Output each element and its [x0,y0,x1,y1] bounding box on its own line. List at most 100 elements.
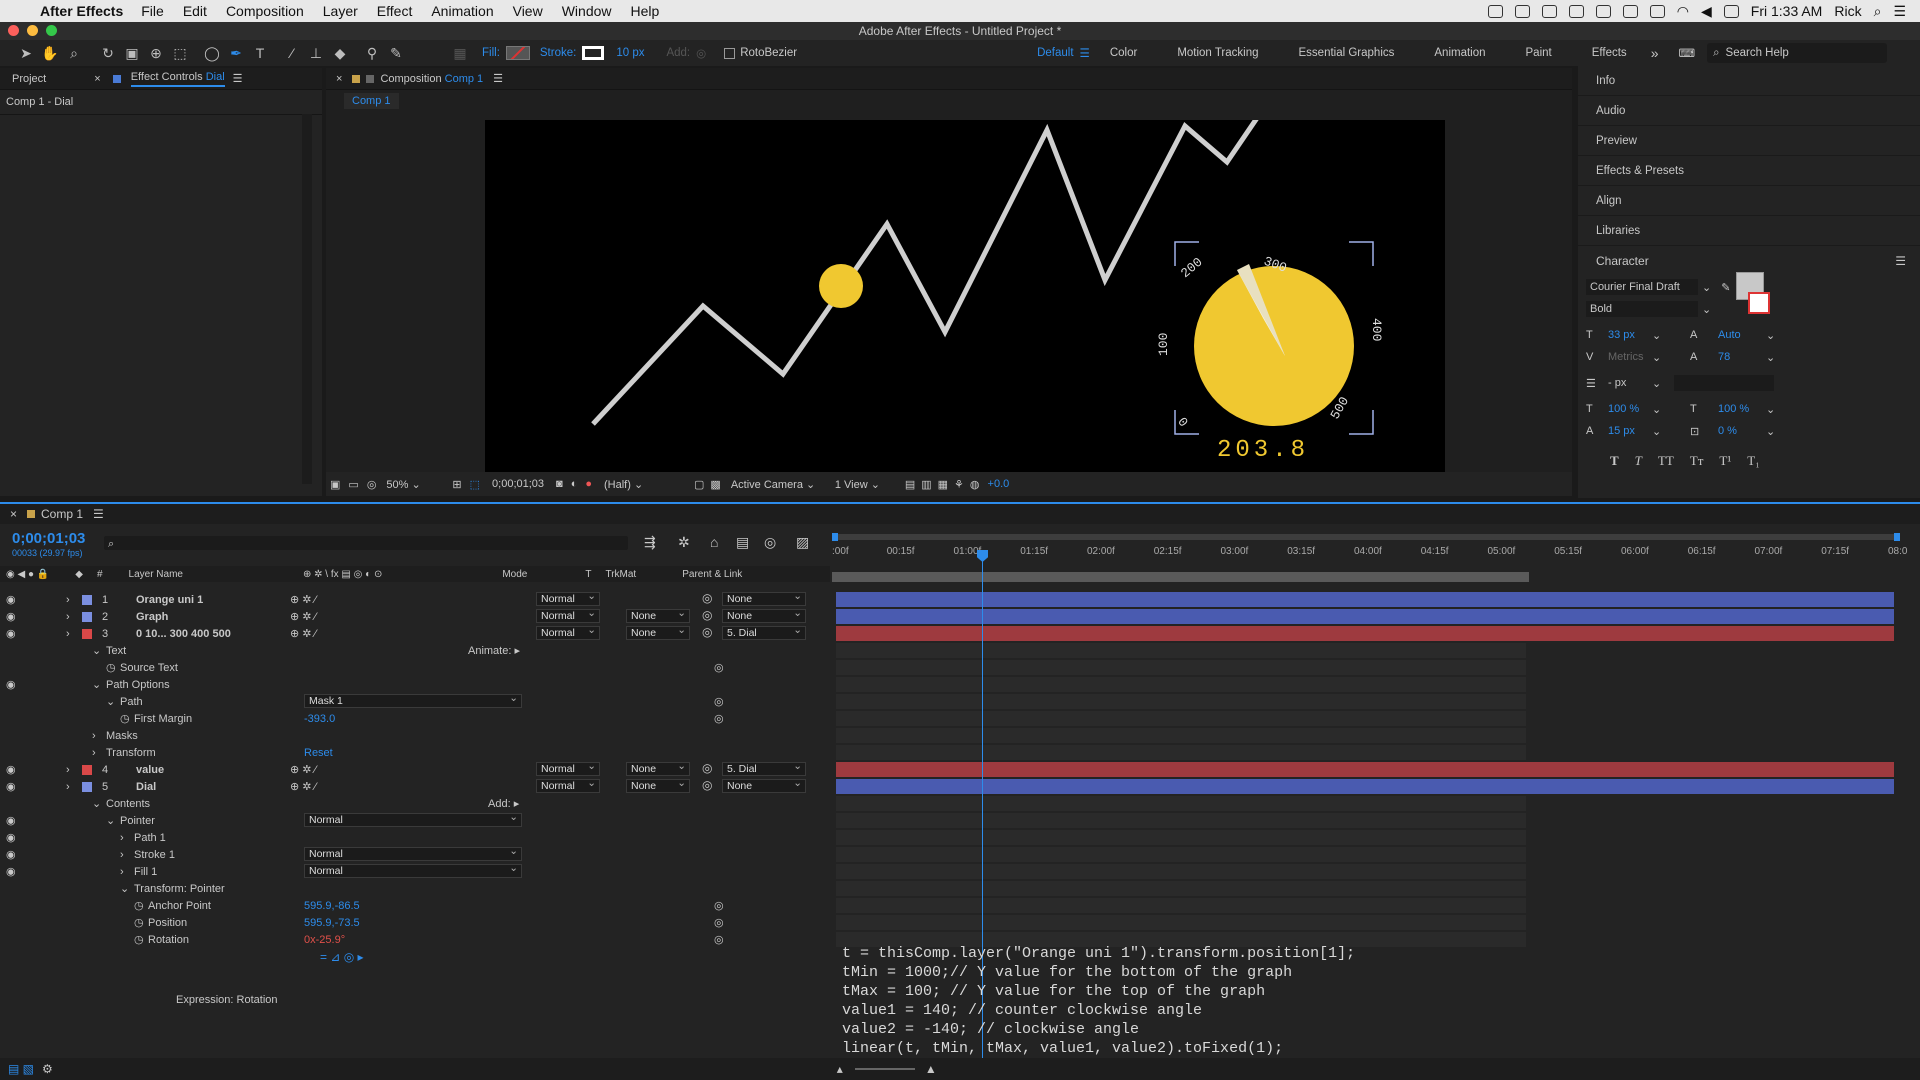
eye-icon[interactable]: ◉ [6,831,16,844]
tab-composition[interactable]: Composition Comp 1 [380,73,483,85]
menu-layer[interactable]: Layer [323,3,358,19]
workspace-motion-tracking[interactable]: Motion Tracking [1177,47,1258,59]
kerning-value[interactable]: Metrics [1608,351,1652,363]
menu-view[interactable]: View [513,3,543,19]
expand-arrow-icon[interactable]: ⌄ [92,678,101,691]
leading-arrow-icon[interactable]: ⌄ [1766,329,1775,342]
property-row[interactable]: ◉ ⌄ Path Options [0,676,830,693]
tab-effect-controls[interactable]: Effect Controls Dial [130,71,225,87]
expression-pickwhip-icon[interactable]: ◎ [714,712,724,725]
user-name[interactable]: Rick [1834,3,1861,19]
hand-tool-icon[interactable]: ✋ [41,44,59,62]
layer-label-color[interactable] [82,764,92,775]
in-out-toggle-icon[interactable]: ⚙ [42,1062,53,1076]
expand-arrow-icon[interactable]: ⌄ [92,797,101,810]
selection-tool-icon[interactable]: ➤ [17,44,35,62]
expand-arrow-icon[interactable]: ⌄ [106,695,115,708]
add-menu[interactable]: Add: ▸ [488,797,519,810]
parent-pickwhip-icon[interactable]: ◎ [702,625,712,639]
reset-exposure-icon[interactable]: ◍ [970,478,980,491]
property-value[interactable]: -393.0 [304,713,335,725]
property-row[interactable]: ⌄ Contents Add: ▸ [0,795,830,812]
tsume-value[interactable]: 0 % [1718,425,1766,437]
workspace-essential-graphics[interactable]: Essential Graphics [1299,47,1395,59]
zoom-out-icon[interactable]: ▴ [837,1062,843,1076]
small-caps-button[interactable]: Tт [1690,453,1704,469]
comp-subtab[interactable]: Comp 1 [344,93,399,109]
flowchart-icon[interactable]: ⚘ [954,478,964,491]
rotate-tool-icon[interactable]: ↻ [99,44,117,62]
fast-preview-icon[interactable]: ▥ [921,478,931,491]
timeline-search[interactable]: ⌕ [104,536,628,550]
layer-duration-bar[interactable] [836,592,1894,607]
expression-pickwhip-icon[interactable]: ◎ [714,899,724,912]
menu-help[interactable]: Help [631,3,660,19]
type-tool-icon[interactable]: T [251,44,269,62]
expression-pickwhip-icon[interactable]: ◎ [714,661,724,674]
subscript-button[interactable]: T₁ [1747,453,1759,469]
magnification-dropdown[interactable]: 50% ⌄ [386,478,442,491]
property-row[interactable]: ◷ First Margin -393.0 ◎ [0,710,830,727]
layer-duration-bar[interactable] [836,626,1894,641]
property-value[interactable]: 595.9,-86.5 [304,900,360,912]
parent-dropdown[interactable]: 5. Dial [722,624,806,640]
spotlight-icon[interactable]: ⌕ [1874,3,1882,20]
sync-settings-icon[interactable]: ⌨ [1678,46,1695,60]
expand-arrow-icon[interactable]: ⌄ [92,644,101,657]
ellipse-tool-icon[interactable]: ◯ [203,44,221,62]
mode-dropdown[interactable]: Normal [536,760,600,776]
col-parent[interactable]: Parent & Link [682,569,742,580]
comp-mini-flowchart-icon[interactable]: ⇶ [644,534,656,551]
eye-icon[interactable]: ◉ [6,763,18,776]
stroke-color-swatch[interactable] [1748,292,1770,314]
scrollbar[interactable] [302,114,312,484]
animate-menu[interactable]: Animate: ▸ [468,644,520,657]
panel-preview[interactable]: Preview [1578,126,1920,156]
dropbox-icon[interactable] [1487,4,1503,18]
layer-name[interactable]: Dial [136,781,286,793]
timeline-timecode[interactable]: 0;00;01;03 [12,530,85,547]
expression-controls-icon[interactable]: = ⊿ ◎ ▸ [320,950,364,964]
airplay-icon[interactable] [1622,4,1638,18]
eye-icon[interactable]: ◉ [6,678,16,691]
more-workspaces-icon[interactable]: » [1651,45,1659,61]
comp-viewer[interactable]: 100 200 300 400 500 0 203.8 [485,120,1445,472]
work-area-bar[interactable] [832,572,1529,582]
toggle-pixel-icon[interactable]: ▤ [905,478,915,491]
stopwatch-icon[interactable]: ◷ [134,933,144,946]
baseline-arrow-icon[interactable]: ⌄ [1652,425,1690,438]
workspace-menu-icon[interactable]: ☰ [1080,46,1090,60]
parent-dropdown[interactable]: None [722,777,806,793]
fill-swatch[interactable] [505,46,530,60]
zoom-slider[interactable] [854,1068,915,1070]
stroke-swatch[interactable] [582,46,605,60]
camera-tool-icon[interactable]: ▣ [123,44,141,62]
property-row[interactable]: › Masks [0,727,830,744]
workspace-effects[interactable]: Effects [1592,47,1627,59]
property-row[interactable]: › Transform Reset [0,744,830,761]
label-column-icon[interactable]: ◆ [75,569,83,580]
property-value[interactable]: 595.9,-73.5 [304,917,360,929]
layer-duration-bar[interactable] [836,609,1894,624]
property-value[interactable]: Reset [304,747,333,759]
all-caps-button[interactable]: TT [1658,453,1674,469]
layer-switches-icon[interactable]: ⊕ ✲ ⁄ [290,780,316,793]
leading-value[interactable]: Auto [1718,329,1766,341]
grid-icon[interactable]: ⊞ [452,478,461,491]
style-dropdown-arrow-icon[interactable]: ⌄ [1702,303,1711,316]
tab-project[interactable]: Project [12,73,46,85]
eye-icon[interactable]: ◉ [6,814,16,827]
layer-switches-icon[interactable]: ⊕ ✲ ⁄ [290,627,316,640]
rotobezier-checkbox[interactable] [724,47,736,59]
roi-icon[interactable]: ▢ [694,478,704,491]
parent-dropdown[interactable]: None [722,590,806,606]
frame-blending-icon[interactable]: ▤ [736,534,749,551]
creative-cloud-icon[interactable] [1568,4,1584,18]
workspace-animation[interactable]: Animation [1434,47,1485,59]
minimize-window-icon[interactable] [27,25,38,36]
vscale-arrow-icon[interactable]: ⌄ [1652,403,1690,416]
trkmat-dropdown[interactable]: None [626,777,690,793]
notification-icon[interactable]: ☰ [1893,3,1906,20]
expand-arrow-icon[interactable]: › [120,849,124,861]
tsume-arrow-icon[interactable]: ⌄ [1766,425,1775,438]
